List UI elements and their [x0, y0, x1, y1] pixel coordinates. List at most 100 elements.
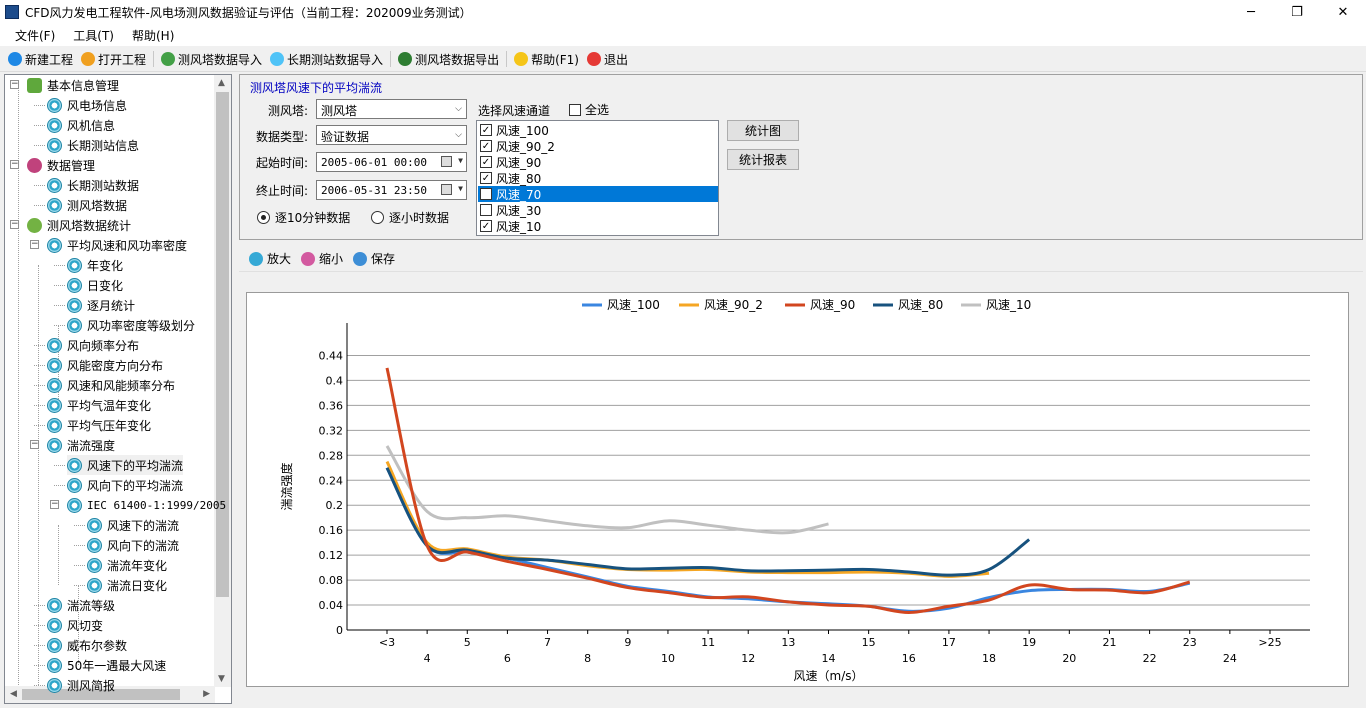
- minimize-button[interactable]: ─: [1228, 0, 1274, 24]
- tree-item[interactable]: 湍流年变化: [87, 555, 167, 575]
- channel-item[interactable]: ✓ 风速_80: [478, 170, 718, 186]
- scroll-up-icon[interactable]: ▲: [218, 78, 225, 88]
- tree-item[interactable]: 测风简报: [47, 675, 115, 695]
- tree-item[interactable]: 威布尔参数: [47, 635, 127, 655]
- toolbar-help-button[interactable]: 帮助(F1): [510, 48, 583, 70]
- tree-collapse-icon[interactable]: −: [30, 240, 39, 249]
- tree-item[interactable]: 风切变: [47, 615, 103, 635]
- stat-report-button[interactable]: 统计报表: [727, 149, 799, 170]
- tree-collapse-icon[interactable]: −: [30, 440, 39, 449]
- select-all-checkbox[interactable]: 全选: [569, 101, 609, 118]
- tree-collapse-icon[interactable]: −: [10, 80, 19, 89]
- channel-item[interactable]: 风速_30: [478, 202, 718, 218]
- report-node-icon: [47, 137, 62, 153]
- tree-item[interactable]: 湍流强度: [47, 435, 115, 455]
- datatype-select[interactable]: 验证数据 ⌵: [316, 125, 467, 145]
- tree-item[interactable]: 逐月统计: [67, 295, 135, 315]
- tree-collapse-icon[interactable]: −: [50, 500, 59, 509]
- checkbox-empty-icon[interactable]: [480, 204, 492, 216]
- tree-item[interactable]: 长期测站信息: [47, 135, 139, 155]
- scroll-left-icon[interactable]: ◀: [10, 689, 17, 699]
- menu-tools[interactable]: 工具(T): [64, 27, 123, 44]
- tree-item[interactable]: 日变化: [67, 275, 123, 295]
- tree-item[interactable]: 平均风速和风功率密度: [47, 235, 187, 255]
- select-all-box[interactable]: [569, 103, 581, 116]
- toolbar-station-import-button[interactable]: 长期测站数据导入: [266, 48, 387, 70]
- channel-item[interactable]: ✓ 风速_90: [478, 154, 718, 170]
- dropdown-arrow-icon[interactable]: ▼: [458, 156, 463, 165]
- tree-item[interactable]: 数据管理: [27, 155, 95, 175]
- zoom-out-label: 缩小: [319, 252, 344, 266]
- dropdown-arrow-icon[interactable]: ▼: [458, 184, 463, 193]
- tree-item[interactable]: 风能密度方向分布: [47, 355, 163, 375]
- tree-item[interactable]: 平均气压年变化: [47, 415, 151, 435]
- calendar-icon[interactable]: [441, 184, 452, 195]
- tree-item[interactable]: 年变化: [67, 255, 123, 275]
- radio-10min-dot[interactable]: [257, 211, 270, 224]
- tree-collapse-icon[interactable]: −: [10, 220, 19, 229]
- radio-10min[interactable]: 逐10分钟数据: [257, 209, 350, 226]
- tree-vertical-scrollbar[interactable]: ▲ ▼: [214, 75, 231, 687]
- menu-help[interactable]: 帮助(H): [123, 27, 183, 44]
- channel-item[interactable]: ✓ 风速_90_2: [478, 138, 718, 154]
- tree-vscroll-thumb[interactable]: [216, 92, 229, 597]
- tree-item[interactable]: 风功率密度等级划分: [67, 315, 195, 335]
- stat-chart-button[interactable]: 统计图: [727, 120, 799, 141]
- tree-item[interactable]: 测风塔数据: [47, 195, 127, 215]
- tree-item[interactable]: 50年一遇最大风速: [47, 655, 166, 675]
- maximize-button[interactable]: ❐: [1274, 0, 1320, 24]
- tree-item[interactable]: 湍流等级: [47, 595, 115, 615]
- channel-item[interactable]: ✓ 风速_10: [478, 218, 718, 234]
- x-tick-label: 16: [902, 652, 916, 665]
- toolbar-exit-button[interactable]: 退出: [583, 48, 632, 70]
- horizontal-splitter[interactable]: [239, 241, 1363, 245]
- tree-item[interactable]: 平均气温年变化: [47, 395, 151, 415]
- tree-item[interactable]: 湍流日变化: [87, 575, 167, 595]
- tree-collapse-icon[interactable]: −: [10, 160, 19, 169]
- save-button[interactable]: 保存: [353, 250, 395, 267]
- toolbar-tower-import-button[interactable]: 测风塔数据导入: [157, 48, 266, 70]
- toolbar-new-project-button[interactable]: 新建工程: [4, 48, 77, 70]
- radio-hour-dot[interactable]: [371, 211, 384, 224]
- tree-item[interactable]: 风向下的湍流: [87, 535, 179, 555]
- close-button[interactable]: ✕: [1320, 0, 1366, 24]
- tree-item[interactable]: 风速下的平均湍流: [67, 455, 184, 475]
- tree-item[interactable]: 基本信息管理: [27, 75, 119, 95]
- checkbox-checked-icon[interactable]: ✓: [480, 172, 492, 184]
- tree-item[interactable]: 风机信息: [47, 115, 115, 135]
- tree-item[interactable]: IEC 61400-1:1999/2005: [67, 495, 226, 515]
- channel-item[interactable]: ✓ 风速_100: [478, 122, 718, 138]
- zoom-in-button[interactable]: 放大: [249, 250, 291, 267]
- scroll-right-icon[interactable]: ▶: [203, 689, 210, 699]
- checkbox-checked-icon[interactable]: ✓: [480, 220, 492, 232]
- x-tick-label: 18: [982, 652, 996, 665]
- tree-item[interactable]: 风速和风能频率分布: [47, 375, 175, 395]
- checkbox-checked-icon[interactable]: ✓: [480, 140, 492, 152]
- tree-item[interactable]: 测风塔数据统计: [27, 215, 131, 235]
- checkbox-checked-icon[interactable]: ✓: [480, 156, 492, 168]
- toolbar-open-project-button[interactable]: 打开工程: [77, 48, 150, 70]
- radio-hour[interactable]: 逐小时数据: [371, 209, 449, 226]
- tree-item[interactable]: 风向下的平均湍流: [67, 475, 183, 495]
- tree-item[interactable]: 风电场信息: [47, 95, 127, 115]
- checkbox-empty-icon[interactable]: [480, 188, 492, 200]
- tree-item[interactable]: 风速下的湍流: [87, 515, 179, 535]
- menu-file[interactable]: 文件(F): [6, 27, 64, 44]
- end-time-picker[interactable]: 2006-05-31 23:50 ▼: [316, 180, 467, 200]
- checkbox-checked-icon[interactable]: ✓: [480, 124, 492, 136]
- calendar-icon[interactable]: [441, 156, 452, 167]
- toolbar-tower-export-button[interactable]: 测风塔数据导出: [394, 48, 503, 70]
- channel-checklist[interactable]: ✓ 风速_100 ✓ 风速_90_2 ✓ 风速_90 ✓ 风速_80 风速_70 风速_30 ✓ 风速…: [476, 120, 719, 236]
- start-time-picker[interactable]: 2005-06-01 00:00 ▼: [316, 152, 467, 172]
- tree-item[interactable]: 长期测站数据: [47, 175, 139, 195]
- navigation-tree[interactable]: ▲ ▼ ◀ ▶ − 基本信息管理 风电场信息 风机信息 长期测站信息 − 数据管理 长期测站数…: [4, 74, 232, 704]
- tree-item[interactable]: 风向频率分布: [47, 335, 139, 355]
- tower-select[interactable]: 测风塔 ⌵: [316, 99, 467, 119]
- zoom-out-button[interactable]: 缩小: [301, 250, 343, 267]
- scroll-down-icon[interactable]: ▼: [218, 674, 225, 684]
- channel-item[interactable]: 风速_70: [478, 186, 718, 202]
- y-tick-label: 0.16: [319, 524, 344, 537]
- series-line: [385, 445, 829, 535]
- report-node-icon: [67, 277, 82, 293]
- vertical-splitter[interactable]: [233, 74, 238, 704]
